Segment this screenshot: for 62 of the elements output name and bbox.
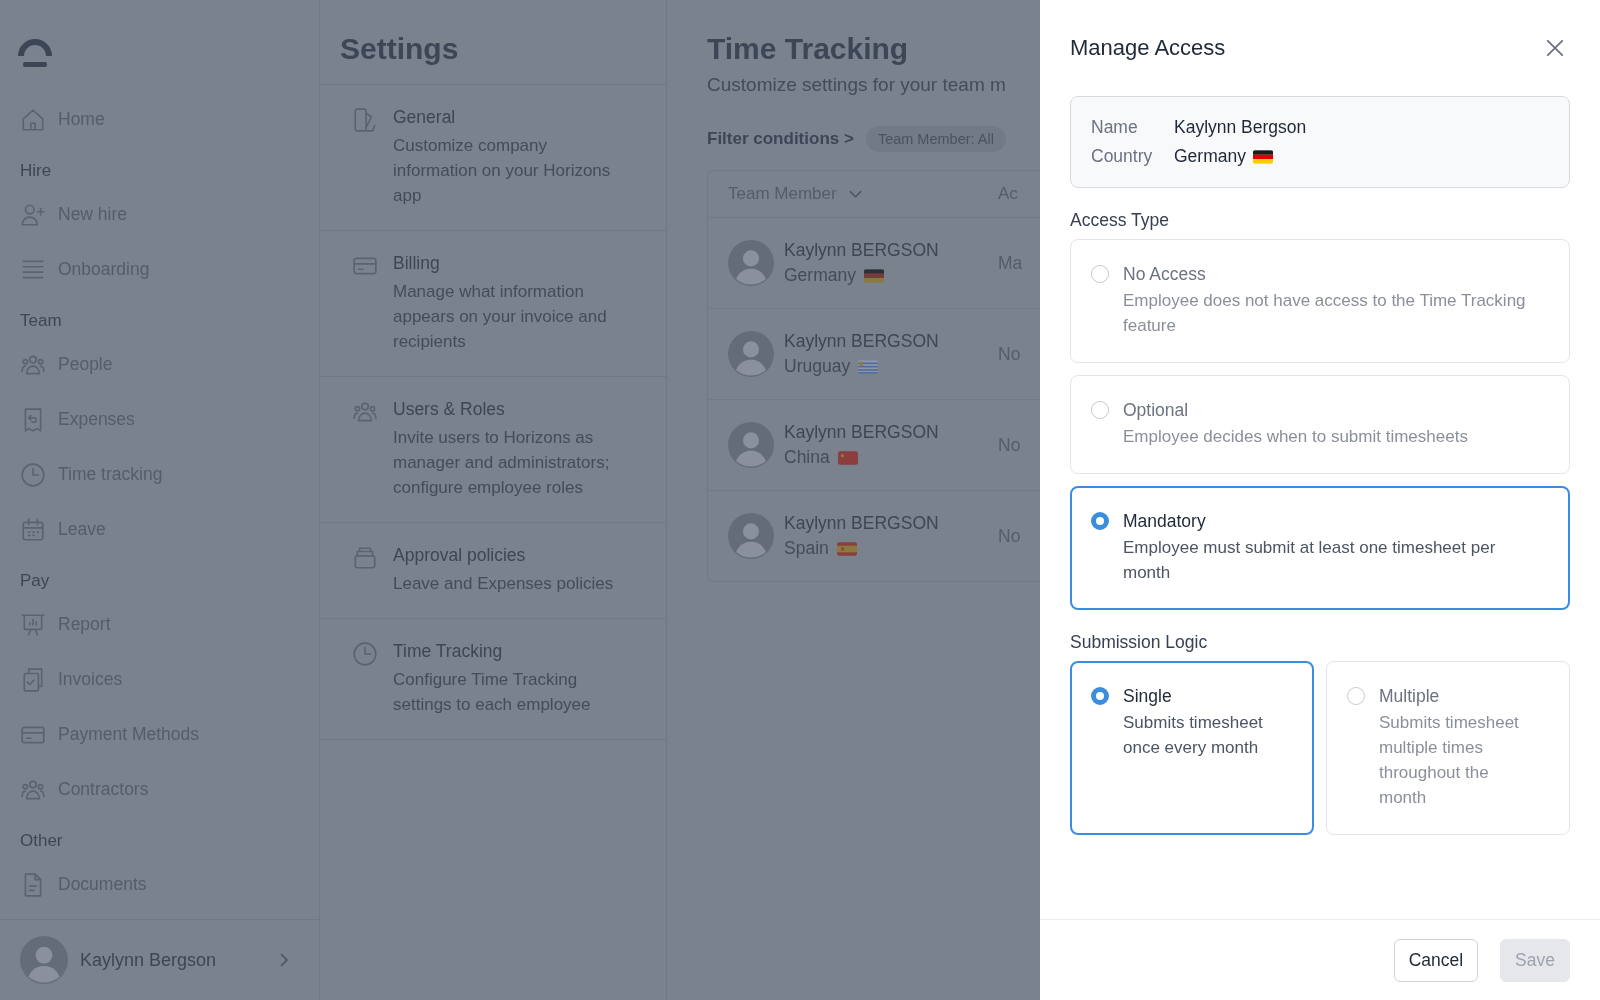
filter-label: Filter conditions > bbox=[707, 129, 854, 149]
page-title: Time Tracking bbox=[707, 32, 910, 66]
chart-icon bbox=[20, 611, 46, 638]
close-icon[interactable] bbox=[1546, 39, 1564, 57]
option-card[interactable]: Single Submits timesheet once every month bbox=[1070, 661, 1314, 835]
option-card[interactable]: Multiple Submits timesheet multiple times throughout the month bbox=[1326, 661, 1570, 835]
option-card[interactable]: No Access Employee does not have access to the Time Tracking feature bbox=[1070, 239, 1570, 363]
chevron-down-icon bbox=[848, 190, 862, 198]
member-name: Kaylynn BERGSON bbox=[784, 422, 939, 443]
flag-icon bbox=[836, 541, 857, 556]
layout-icon bbox=[352, 107, 378, 133]
settings-item-title: General bbox=[393, 107, 457, 128]
user-plus-icon bbox=[20, 201, 46, 228]
calendar-icon bbox=[20, 516, 46, 543]
flag-icon bbox=[1252, 149, 1273, 164]
avatar-icon bbox=[728, 513, 774, 559]
tray-icon bbox=[352, 545, 378, 571]
option-description: Submits timesheet once every month bbox=[1123, 712, 1264, 759]
option-title: Single bbox=[1123, 686, 1173, 707]
avatar-icon bbox=[728, 422, 774, 468]
user-profile[interactable]: Kaylynn Bergson bbox=[0, 919, 319, 1000]
member-name: Kaylynn BERGSON bbox=[784, 513, 939, 534]
nav-section-label: Hire bbox=[20, 161, 53, 181]
info-value: Germany bbox=[1174, 146, 1246, 167]
clock-icon bbox=[20, 461, 46, 488]
option-description: Employee does not have access to the Time Tracking feature bbox=[1123, 290, 1527, 337]
option-description: Employee must submit at least one timesheet per month bbox=[1123, 537, 1497, 584]
radio-button[interactable] bbox=[1091, 687, 1109, 705]
flag-icon bbox=[863, 268, 884, 283]
section-label: Access Type bbox=[1070, 210, 1170, 231]
member-name: Kaylynn BERGSON bbox=[784, 240, 939, 261]
option-title: Multiple bbox=[1379, 686, 1441, 707]
flag-icon bbox=[837, 450, 858, 465]
avatar-icon bbox=[20, 936, 68, 984]
nav-section-label: Team bbox=[20, 311, 63, 331]
settings-item-title: Time Tracking bbox=[393, 641, 504, 662]
info-label: Name bbox=[1091, 117, 1139, 138]
drawer-title: Manage Access bbox=[1070, 35, 1226, 61]
settings-item-title: Billing bbox=[393, 253, 441, 274]
info-label: Country bbox=[1091, 146, 1154, 167]
settings-item-title: Approval policies bbox=[393, 545, 527, 566]
option-title: No Access bbox=[1123, 264, 1207, 285]
nav-section-label: Other bbox=[20, 831, 64, 851]
member-name: Kaylynn BERGSON bbox=[784, 331, 939, 352]
cancel-button[interactable]: Cancel bbox=[1393, 938, 1479, 982]
nav-section-label: Pay bbox=[20, 571, 51, 591]
settings-title: Settings bbox=[320, 0, 666, 85]
radio-button[interactable] bbox=[1091, 512, 1109, 530]
option-card[interactable]: Optional Employee decides when to submit timesheets bbox=[1070, 375, 1570, 474]
option-card[interactable]: Mandatory Employee must submit at least one timesheet per month bbox=[1070, 486, 1570, 610]
chevron-right-icon bbox=[279, 952, 289, 968]
avatar-icon bbox=[728, 331, 774, 377]
settings-item-title: Users & Roles bbox=[393, 399, 506, 420]
section-label: Submission Logic bbox=[1070, 632, 1209, 653]
option-description: Employee decides when to submit timesheets bbox=[1123, 426, 1468, 448]
clock-icon bbox=[352, 641, 378, 667]
option-title: Mandatory bbox=[1123, 511, 1207, 532]
option-description: Submits timesheet multiple times throughout the month bbox=[1379, 712, 1520, 809]
avatar-icon bbox=[728, 240, 774, 286]
option-title: Optional bbox=[1123, 400, 1190, 421]
flag-icon bbox=[858, 359, 879, 374]
info-value: Kaylynn Bergson bbox=[1174, 117, 1307, 138]
